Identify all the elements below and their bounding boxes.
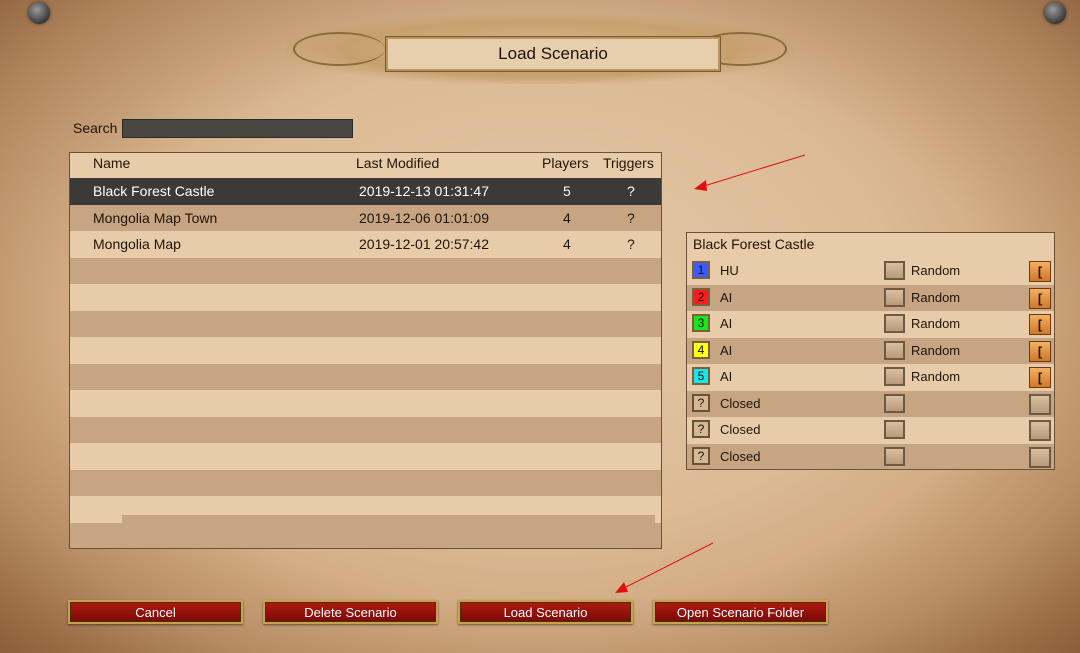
- player-row: ? Closed: [687, 443, 1054, 469]
- scenario-name-cell: Mongolia Map Town: [93, 209, 218, 226]
- player-row: 5 AI Random [: [687, 364, 1054, 391]
- player-panel-title: Black Forest Castle: [693, 236, 815, 252]
- annotation-arrow-icon: [615, 542, 714, 593]
- empty-row: [70, 310, 661, 337]
- player-info-button[interactable]: [: [1029, 314, 1051, 335]
- player-row: 1 HU Random [: [687, 258, 1054, 285]
- player-type-label[interactable]: Closed: [720, 422, 760, 437]
- player-info-button[interactable]: [1029, 393, 1051, 415]
- table-row[interactable]: Mongolia Map 2019-12-01 20:57:42 4?: [70, 231, 661, 258]
- last-modified-cell: 2019-12-13 01:31:47: [359, 183, 489, 199]
- last-modified-cell: 2019-12-01 20:57:42: [359, 236, 489, 252]
- player-color-swatch[interactable]: ?: [692, 393, 710, 412]
- empty-row: [70, 363, 661, 390]
- delete-scenario-button[interactable]: Delete Scenario: [263, 600, 438, 624]
- list-header: Name Last Modified Players Triggers: [70, 153, 661, 178]
- player-civ-label[interactable]: Random: [911, 263, 960, 278]
- player-info-button[interactable]: [: [1029, 287, 1051, 309]
- player-color-swatch[interactable]: 4: [692, 340, 710, 359]
- load-scenario-button[interactable]: Load Scenario: [458, 600, 633, 624]
- open-scenario-folder-button[interactable]: Open Scenario Folder: [653, 600, 828, 624]
- column-header-triggers[interactable]: Triggers: [603, 155, 654, 171]
- player-row: ? Closed: [687, 390, 1054, 417]
- player-row: 3 AI Random [: [687, 311, 1054, 338]
- player-type-label[interactable]: AI: [720, 290, 732, 305]
- player-type-label[interactable]: AI: [720, 343, 732, 358]
- table-row[interactable]: Mongolia Map Town 2019-12-06 01:01:09 4?: [70, 204, 661, 231]
- corner-rivet-icon: [28, 2, 50, 24]
- player-color-swatch[interactable]: ?: [692, 420, 710, 438]
- player-color-swatch[interactable]: ?: [692, 446, 710, 465]
- player-team-box[interactable]: [884, 314, 905, 333]
- player-team-box[interactable]: [884, 420, 905, 439]
- player-team-box[interactable]: [884, 287, 905, 307]
- search-label: Search: [73, 120, 118, 136]
- empty-row: [70, 469, 661, 496]
- annotation-arrow-icon: [694, 154, 806, 191]
- player-type-label[interactable]: AI: [720, 316, 732, 331]
- players-count-cell: 4: [563, 209, 571, 226]
- triggers-cell: ?: [627, 236, 635, 252]
- empty-row: [70, 257, 661, 284]
- player-color-swatch[interactable]: 2: [692, 287, 710, 306]
- player-row: 4 AI Random [: [687, 337, 1054, 364]
- player-team-box[interactable]: [884, 446, 905, 466]
- scenario-name-cell: Black Forest Castle: [93, 183, 215, 199]
- search-input[interactable]: [122, 119, 353, 138]
- player-type-label[interactable]: AI: [720, 369, 732, 384]
- triggers-cell: ?: [627, 183, 635, 199]
- column-header-name[interactable]: Name: [93, 155, 130, 171]
- empty-row: [70, 416, 661, 443]
- column-header-last-modified[interactable]: Last Modified: [356, 155, 439, 171]
- player-civ-label[interactable]: Random: [911, 316, 960, 331]
- empty-row: [70, 284, 661, 311]
- triggers-cell: ?: [627, 209, 635, 226]
- player-info-button[interactable]: [: [1029, 261, 1051, 282]
- player-info-button[interactable]: [: [1029, 367, 1051, 388]
- player-type-label[interactable]: HU: [720, 263, 739, 278]
- column-header-players[interactable]: Players: [542, 155, 589, 171]
- player-row: ? Closed: [687, 417, 1054, 444]
- player-team-box[interactable]: [884, 261, 905, 280]
- player-color-swatch[interactable]: 3: [692, 314, 710, 332]
- player-panel: Black Forest Castle 1 HU Random [2 AI Random […: [686, 232, 1055, 470]
- empty-row: [70, 390, 661, 417]
- player-info-button[interactable]: [1029, 446, 1051, 468]
- scenario-name-cell: Mongolia Map: [93, 236, 181, 252]
- player-info-button[interactable]: [1029, 420, 1051, 441]
- scenario-list: Name Last Modified Players Triggers Blac…: [69, 152, 662, 549]
- table-row[interactable]: Black Forest Castle 2019-12-13 01:31:47 5?: [70, 178, 661, 205]
- empty-row: [70, 443, 661, 470]
- player-civ-label[interactable]: Random: [911, 369, 960, 384]
- cancel-button[interactable]: Cancel: [68, 600, 243, 624]
- player-color-swatch[interactable]: 5: [692, 367, 710, 385]
- player-type-label[interactable]: Closed: [720, 449, 760, 464]
- players-count-cell: 4: [563, 236, 571, 252]
- page-title: Load Scenario: [386, 37, 720, 71]
- list-bottom-strip: [122, 515, 655, 525]
- player-rows: 1 HU Random [2 AI Random [3 AI Random [4 AI Random […: [687, 258, 1054, 469]
- player-team-box[interactable]: [884, 340, 905, 360]
- scenario-rows: Black Forest Castle 2019-12-13 01:31:47 5?…: [70, 178, 661, 548]
- player-civ-label[interactable]: Random: [911, 290, 960, 305]
- player-color-swatch[interactable]: 1: [692, 261, 710, 279]
- players-count-cell: 5: [563, 183, 571, 199]
- player-team-box[interactable]: [884, 393, 905, 413]
- player-type-label[interactable]: Closed: [720, 396, 760, 411]
- corner-rivet-icon: [1044, 2, 1066, 24]
- player-info-button[interactable]: [: [1029, 340, 1051, 362]
- last-modified-cell: 2019-12-06 01:01:09: [359, 209, 489, 226]
- player-civ-label[interactable]: Random: [911, 343, 960, 358]
- player-row: 2 AI Random [: [687, 284, 1054, 311]
- empty-row: [70, 337, 661, 364]
- player-team-box[interactable]: [884, 367, 905, 386]
- empty-row: [70, 522, 661, 548]
